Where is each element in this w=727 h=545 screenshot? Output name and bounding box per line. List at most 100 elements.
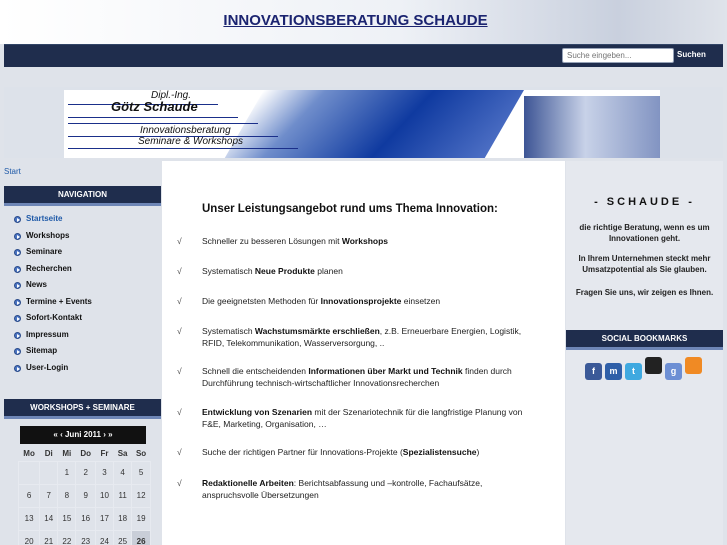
- arrow-bullet-icon: [14, 249, 21, 256]
- calendar-day[interactable]: 2: [75, 460, 96, 485]
- calendar-day[interactable]: 7: [39, 483, 59, 508]
- nav-item-termine-events[interactable]: Termine + Events: [4, 295, 161, 312]
- breadcrumb[interactable]: Start: [4, 167, 21, 176]
- google-icon[interactable]: g: [665, 363, 682, 380]
- calendar-day[interactable]: 14: [39, 506, 59, 531]
- calendar-empty-cell: [39, 460, 59, 485]
- weekday-label: Fr: [100, 448, 109, 458]
- nav-item-label: Recherchen: [26, 263, 72, 273]
- myspace-icon[interactable]: m: [605, 363, 622, 380]
- calendar-day[interactable]: 16: [75, 506, 96, 531]
- service-text: Redaktionelle Arbeiten: Berichtsabfassun…: [202, 478, 532, 501]
- service-text-pre: Suche der richtigen Partner für Innovati…: [202, 447, 403, 457]
- calendar-day[interactable]: 13: [17, 506, 41, 531]
- calendar-day[interactable]: 23: [75, 529, 96, 545]
- service-text-pre: Schnell die entscheidenden: [202, 366, 309, 376]
- calendar-day[interactable]: 25: [113, 529, 133, 545]
- service-text-pre: Systematisch: [202, 266, 255, 276]
- service-text: Die geeignetsten Methoden für Innovation…: [202, 296, 532, 308]
- nav-item-user-login[interactable]: User-Login: [4, 361, 161, 378]
- calendar-day[interactable]: 12: [131, 483, 151, 508]
- event-calendar: « ‹ Juni 2011 › » Mo Di Mi Do Fr Sa So 1…: [17, 426, 151, 545]
- next-year-button[interactable]: »: [108, 430, 112, 439]
- delicious-icon[interactable]: [645, 357, 662, 374]
- calendar-heading: WORKSHOPS + SEMINARE: [4, 399, 161, 419]
- checkmark-icon: √: [177, 296, 182, 306]
- arrow-bullet-icon: [14, 265, 21, 273]
- calendar-day[interactable]: 1: [57, 460, 77, 485]
- calendar-day[interactable]: 26: [131, 529, 151, 545]
- weekday-label: Sa: [117, 448, 128, 458]
- calendar-day[interactable]: 15: [57, 506, 77, 531]
- calendar-day[interactable]: 4: [113, 460, 133, 485]
- banner-line-1: Innovationsberatung: [140, 125, 231, 136]
- service-text: Schneller zu besseren Lösungen mit Works…: [202, 236, 532, 248]
- banner-line-2: Seminare & Workshops: [138, 136, 244, 147]
- calendar-day[interactable]: 19: [131, 506, 151, 531]
- site-title[interactable]: INNOVATIONSBERATUNG SCHAUDE: [0, 12, 711, 29]
- facebook-icon[interactable]: f: [585, 363, 602, 380]
- calendar-day[interactable]: 24: [94, 529, 115, 545]
- weekday-label: Mi: [62, 448, 72, 458]
- sidebar-title: - SCHAUDE -: [594, 196, 695, 208]
- calendar-day[interactable]: 21: [39, 529, 59, 545]
- banner-rule: [68, 123, 258, 124]
- calendar-day[interactable]: 22: [57, 529, 77, 545]
- nav-item-news[interactable]: News: [4, 278, 161, 295]
- nav-item-label: Sitemap: [26, 346, 58, 355]
- nav-item-impressum[interactable]: Impressum: [4, 328, 161, 345]
- prev-month-button[interactable]: ‹: [60, 430, 63, 439]
- social-bookmarks-heading: SOCIAL BOOKMARKS: [566, 330, 723, 350]
- calendar-day[interactable]: 10: [94, 483, 115, 508]
- service-text: Systematisch Neue Produkte planen: [202, 266, 532, 278]
- nav-item-sofort-kontakt[interactable]: Sofort-Kontakt: [4, 311, 161, 328]
- social-bookmarks: fmt g: [585, 357, 705, 380]
- search-button[interactable]: Suchen: [677, 50, 706, 59]
- calendar-header: « ‹ Juni 2011 › »: [20, 426, 146, 444]
- calendar-day[interactable]: 5: [131, 460, 151, 485]
- nav-item-workshops[interactable]: Workshops: [4, 229, 161, 246]
- nav-item-label: Seminare: [26, 247, 63, 256]
- service-text-post: ): [476, 447, 480, 457]
- calendar-day[interactable]: 6: [17, 483, 41, 508]
- next-month-button[interactable]: ›: [103, 430, 106, 439]
- arrow-bullet-icon: [14, 216, 21, 223]
- arrow-bullet-icon: [14, 282, 21, 289]
- service-text-bold: Entwicklung von Szenarien: [202, 407, 313, 417]
- arrow-bullet-icon: [14, 364, 21, 372]
- checkmark-icon: √: [177, 266, 182, 276]
- service-text-pre: Die geeignetsten Methoden für: [202, 296, 321, 306]
- weekday-label: Do: [80, 448, 91, 458]
- nav-item-startseite[interactable]: Startseite: [4, 212, 161, 229]
- banner-rule: [68, 148, 298, 149]
- service-text-bold: Spezialistensuche: [402, 447, 477, 457]
- banner-photo: [524, 96, 660, 158]
- service-text-bold: Innovationsprojekte: [320, 296, 402, 306]
- twitter-icon[interactable]: t: [625, 363, 642, 380]
- arrow-bullet-icon: [14, 315, 21, 322]
- nav-item-label: Impressum: [26, 329, 69, 339]
- arrow-bullet-icon: [14, 232, 21, 240]
- calendar-day[interactable]: 8: [57, 483, 77, 508]
- calendar-day[interactable]: 20: [17, 529, 41, 545]
- search-input[interactable]: [562, 48, 674, 63]
- nav-item-sitemap[interactable]: Sitemap: [4, 344, 161, 361]
- nav-item-recherchen[interactable]: Recherchen: [4, 262, 161, 279]
- prev-year-button[interactable]: «: [53, 430, 57, 439]
- calendar-day[interactable]: 9: [75, 483, 96, 508]
- calendar-month-label: Juni 2011: [64, 430, 102, 439]
- left-sidebar: NAVIGATION Startseite Workshops Seminare…: [4, 186, 161, 545]
- calendar-day[interactable]: 11: [113, 483, 133, 508]
- service-text-bold: Informationen über Markt und Technik: [308, 366, 463, 376]
- nav-item-label: Workshops: [26, 230, 70, 240]
- banner-name: Götz Schaude: [111, 99, 198, 114]
- page-title: Unser Leistungsangebot rund ums Thema In…: [202, 203, 498, 215]
- right-sidebar: - SCHAUDE - die richtige Beratung, wenn …: [566, 161, 723, 545]
- service-text-bold: Neue Produkte: [254, 266, 315, 276]
- nav-item-seminare[interactable]: Seminare: [4, 245, 161, 262]
- navigation-menu: Startseite Workshops Seminare Recherchen…: [4, 212, 161, 377]
- rss-icon[interactable]: [685, 357, 702, 374]
- calendar-day[interactable]: 3: [94, 460, 115, 485]
- calendar-day[interactable]: 18: [113, 506, 133, 531]
- calendar-day[interactable]: 17: [94, 506, 115, 531]
